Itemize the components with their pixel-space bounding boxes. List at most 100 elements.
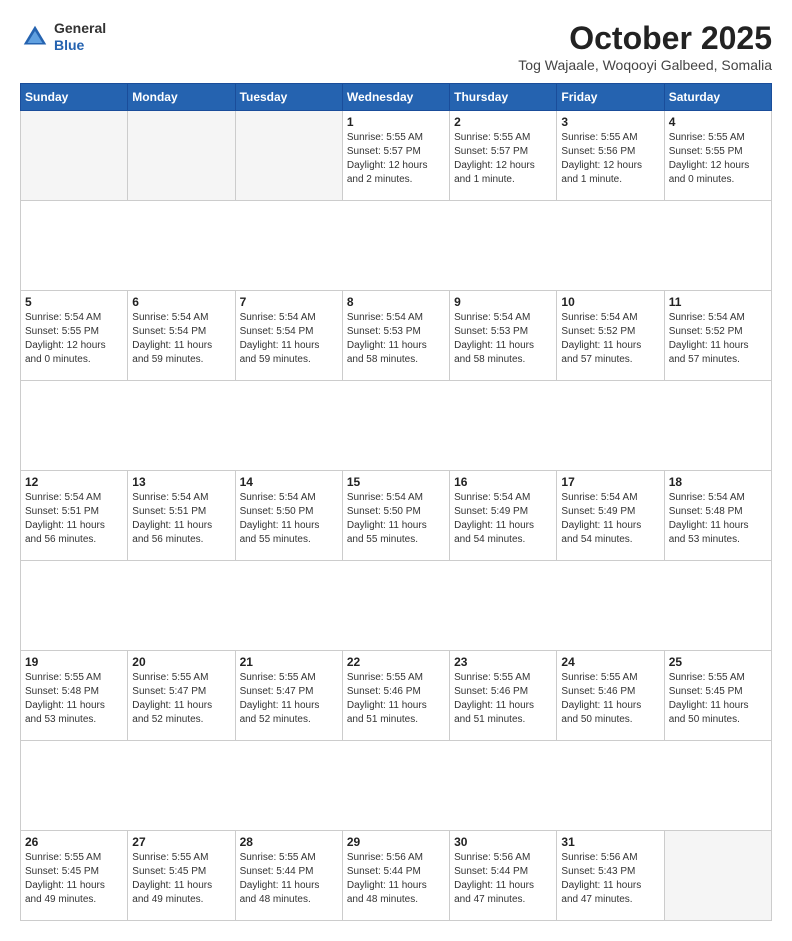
day-info: Sunrise: 5:54 AMSunset: 5:52 PMDaylight:… [561, 311, 659, 367]
day-number: 9 [454, 295, 552, 309]
day-info: Sunrise: 5:54 AMSunset: 5:54 PMDaylight:… [132, 311, 230, 367]
day-number: 7 [240, 295, 338, 309]
day-info: Sunrise: 5:55 AMSunset: 5:48 PMDaylight:… [25, 671, 123, 727]
day-cell: 29 Sunrise: 5:56 AMSunset: 5:44 PMDayligh… [342, 831, 449, 921]
day-number: 25 [669, 655, 767, 669]
day-cell: 28Sunrise: 5:55 AMSunset: 5:44 PMDayligh… [235, 831, 342, 921]
calendar-table: SundayMondayTuesdayWednesdayThursdayFrid… [20, 83, 772, 921]
week-row-2: 5 Sunrise: 5:54 AMSunset: 5:55 PMDaylight… [21, 291, 772, 381]
day-number: 3 [561, 115, 659, 129]
day-info: Sunrise: 5:55 AMSunset: 5:45 PMDaylight:… [25, 851, 123, 907]
logo-blue: Blue [54, 37, 106, 54]
days-of-week-row: SundayMondayTuesdayWednesdayThursdayFrid… [21, 84, 772, 111]
day-header-tuesday: Tuesday [235, 84, 342, 111]
day-number: 13 [132, 475, 230, 489]
day-cell: 19Sunrise: 5:55 AMSunset: 5:48 PMDayligh… [21, 651, 128, 741]
day-info: Sunrise: 5:55 AMSunset: 5:47 PMDaylight:… [132, 671, 230, 727]
title-block: October 2025 Tog Wajaale, Woqooyi Galbee… [518, 20, 772, 73]
day-info: Sunrise: 5:54 AMSunset: 5:54 PMDaylight:… [240, 311, 338, 367]
day-info: Sunrise: 5:55 AMSunset: 5:45 PMDaylight:… [132, 851, 230, 907]
day-info: Sunrise: 5:54 AMSunset: 5:55 PMDaylight:… [25, 311, 123, 367]
day-cell: 26 Sunrise: 5:55 AMSunset: 5:45 PMDayligh… [21, 831, 128, 921]
logo-general: General [54, 20, 106, 37]
week-row-3: 12 Sunrise: 5:54 AMSunset: 5:51 PMDayligh… [21, 471, 772, 561]
day-header-saturday: Saturday [664, 84, 771, 111]
day-number: 18 [669, 475, 767, 489]
day-number: 2 [454, 115, 552, 129]
week-separator [21, 381, 772, 471]
day-number: 27 [132, 835, 230, 849]
day-cell: 27 Sunrise: 5:55 AMSunset: 5:45 PMDayligh… [128, 831, 235, 921]
day-header-wednesday: Wednesday [342, 84, 449, 111]
day-info: Sunrise: 5:55 AMSunset: 5:56 PMDaylight:… [561, 131, 659, 187]
day-number: 1 [347, 115, 445, 129]
day-info: Sunrise: 5:56 AMSunset: 5:44 PMDaylight:… [454, 851, 552, 907]
day-cell: 24Sunrise: 5:55 AMSunset: 5:46 PMDayligh… [557, 651, 664, 741]
day-cell [128, 111, 235, 201]
day-cell: 16Sunrise: 5:54 AMSunset: 5:49 PMDayligh… [450, 471, 557, 561]
day-cell [664, 831, 771, 921]
month-title: October 2025 [518, 20, 772, 57]
calendar-body: 1 Sunrise: 5:55 AMSunset: 5:57 PMDaylight… [21, 111, 772, 921]
location-title: Tog Wajaale, Woqooyi Galbeed, Somalia [518, 57, 772, 73]
day-cell: 31Sunrise: 5:56 AMSunset: 5:43 PMDayligh… [557, 831, 664, 921]
logo-text: General Blue [54, 20, 106, 54]
day-info: Sunrise: 5:54 AMSunset: 5:53 PMDaylight:… [347, 311, 445, 367]
week-row-1: 1 Sunrise: 5:55 AMSunset: 5:57 PMDaylight… [21, 111, 772, 201]
separator-cell [21, 201, 772, 291]
day-info: Sunrise: 5:56 AMSunset: 5:43 PMDaylight:… [561, 851, 659, 907]
day-cell: 13 Sunrise: 5:54 AMSunset: 5:51 PMDayligh… [128, 471, 235, 561]
day-number: 6 [132, 295, 230, 309]
day-info: Sunrise: 5:55 AMSunset: 5:45 PMDaylight:… [669, 671, 767, 727]
day-header-thursday: Thursday [450, 84, 557, 111]
day-cell [235, 111, 342, 201]
day-cell: 6 Sunrise: 5:54 AMSunset: 5:54 PMDaylight… [128, 291, 235, 381]
day-number: 5 [25, 295, 123, 309]
day-number: 17 [561, 475, 659, 489]
day-info: Sunrise: 5:55 AMSunset: 5:46 PMDaylight:… [347, 671, 445, 727]
day-cell: 5 Sunrise: 5:54 AMSunset: 5:55 PMDaylight… [21, 291, 128, 381]
day-info: Sunrise: 5:55 AMSunset: 5:46 PMDaylight:… [561, 671, 659, 727]
day-info: Sunrise: 5:55 AMSunset: 5:57 PMDaylight:… [347, 131, 445, 187]
day-cell: 18 Sunrise: 5:54 AMSunset: 5:48 PMDayligh… [664, 471, 771, 561]
day-info: Sunrise: 5:54 AMSunset: 5:52 PMDaylight:… [669, 311, 767, 367]
day-info: Sunrise: 5:54 AMSunset: 5:51 PMDaylight:… [25, 491, 123, 547]
day-number: 20 [132, 655, 230, 669]
day-number: 26 [25, 835, 123, 849]
day-cell: 23 Sunrise: 5:55 AMSunset: 5:46 PMDayligh… [450, 651, 557, 741]
logo-icon [20, 22, 50, 52]
day-info: Sunrise: 5:56 AMSunset: 5:44 PMDaylight:… [347, 851, 445, 907]
week-separator [21, 741, 772, 831]
day-number: 15 [347, 475, 445, 489]
day-cell: 17 Sunrise: 5:54 AMSunset: 5:49 PMDayligh… [557, 471, 664, 561]
day-number: 22 [347, 655, 445, 669]
day-cell [21, 111, 128, 201]
day-info: Sunrise: 5:54 AMSunset: 5:49 PMDaylight:… [454, 491, 552, 547]
separator-cell [21, 561, 772, 651]
day-info: Sunrise: 5:54 AMSunset: 5:49 PMDaylight:… [561, 491, 659, 547]
logo: General Blue [20, 20, 106, 54]
week-separator [21, 561, 772, 651]
day-header-monday: Monday [128, 84, 235, 111]
day-number: 8 [347, 295, 445, 309]
day-info: Sunrise: 5:54 AMSunset: 5:48 PMDaylight:… [669, 491, 767, 547]
day-cell: 21Sunrise: 5:55 AMSunset: 5:47 PMDayligh… [235, 651, 342, 741]
day-number: 23 [454, 655, 552, 669]
day-cell: 12 Sunrise: 5:54 AMSunset: 5:51 PMDayligh… [21, 471, 128, 561]
day-cell: 1 Sunrise: 5:55 AMSunset: 5:57 PMDaylight… [342, 111, 449, 201]
day-number: 29 [347, 835, 445, 849]
day-number: 11 [669, 295, 767, 309]
day-number: 14 [240, 475, 338, 489]
day-number: 12 [25, 475, 123, 489]
day-info: Sunrise: 5:55 AMSunset: 5:46 PMDaylight:… [454, 671, 552, 727]
week-separator [21, 201, 772, 291]
day-number: 4 [669, 115, 767, 129]
separator-cell [21, 741, 772, 831]
day-info: Sunrise: 5:54 AMSunset: 5:51 PMDaylight:… [132, 491, 230, 547]
day-cell: 10Sunrise: 5:54 AMSunset: 5:52 PMDayligh… [557, 291, 664, 381]
page-header: General Blue October 2025 Tog Wajaale, W… [20, 20, 772, 73]
day-number: 21 [240, 655, 338, 669]
day-info: Sunrise: 5:55 AMSunset: 5:57 PMDaylight:… [454, 131, 552, 187]
day-number: 30 [454, 835, 552, 849]
day-cell: 2 Sunrise: 5:55 AMSunset: 5:57 PMDaylight… [450, 111, 557, 201]
